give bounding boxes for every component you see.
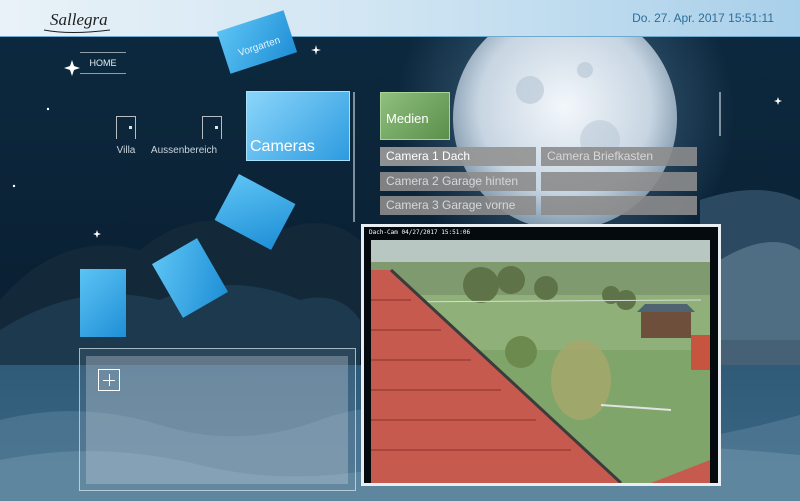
door-icon: [116, 116, 136, 139]
medien-tile[interactable]: Medien: [380, 92, 450, 140]
widget-panel-content: [86, 356, 348, 484]
decorative-tile[interactable]: [80, 269, 126, 337]
svg-text:Sallegra: Sallegra: [50, 10, 108, 29]
camera-list-item[interactable]: Camera Briefkasten: [541, 147, 697, 166]
door-icon: [202, 116, 222, 139]
home-nav-button[interactable]: HOME: [80, 52, 126, 74]
cameras-tile-label: Cameras: [250, 138, 315, 155]
camera-list-item[interactable]: Camera 3 Garage vorne: [380, 196, 536, 215]
date-time-display: Do. 27. Apr. 2017 15:51:11: [632, 11, 774, 25]
camera-list-item[interactable]: Camera 1 Dach: [380, 147, 536, 166]
camera-timestamp-overlay: Dach-Cam 04/27/2017 15:51:06: [369, 229, 471, 236]
camera-list-item-empty[interactable]: [541, 196, 697, 215]
room-villa[interactable]: Villa: [114, 116, 138, 156]
camera-list-item[interactable]: Camera 2 Garage hinten: [380, 172, 536, 191]
top-header-bar: Sallegra Do. 27. Apr. 2017 15:51:11: [0, 0, 800, 37]
divider-right: [719, 92, 721, 136]
room-aussenbereich[interactable]: Aussenbereich: [148, 116, 222, 156]
brand-logo: Sallegra: [30, 2, 140, 36]
plus-icon[interactable]: [98, 369, 120, 391]
cameras-tile[interactable]: Cameras: [246, 91, 350, 161]
divider-left: [353, 92, 355, 222]
medien-tile-label: Medien: [386, 111, 429, 126]
room-aussenbereich-label: Aussenbereich: [150, 145, 218, 156]
widget-panel: [79, 348, 356, 491]
camera-video-frame[interactable]: Dach-Cam 04/27/2017 15:51:06: [361, 224, 721, 486]
vorgarten-tile-label: Vorgarten: [237, 35, 282, 59]
camera-list-item-empty[interactable]: [541, 172, 697, 191]
room-villa-label: Villa: [116, 145, 136, 156]
camera-live-image: [371, 240, 710, 483]
